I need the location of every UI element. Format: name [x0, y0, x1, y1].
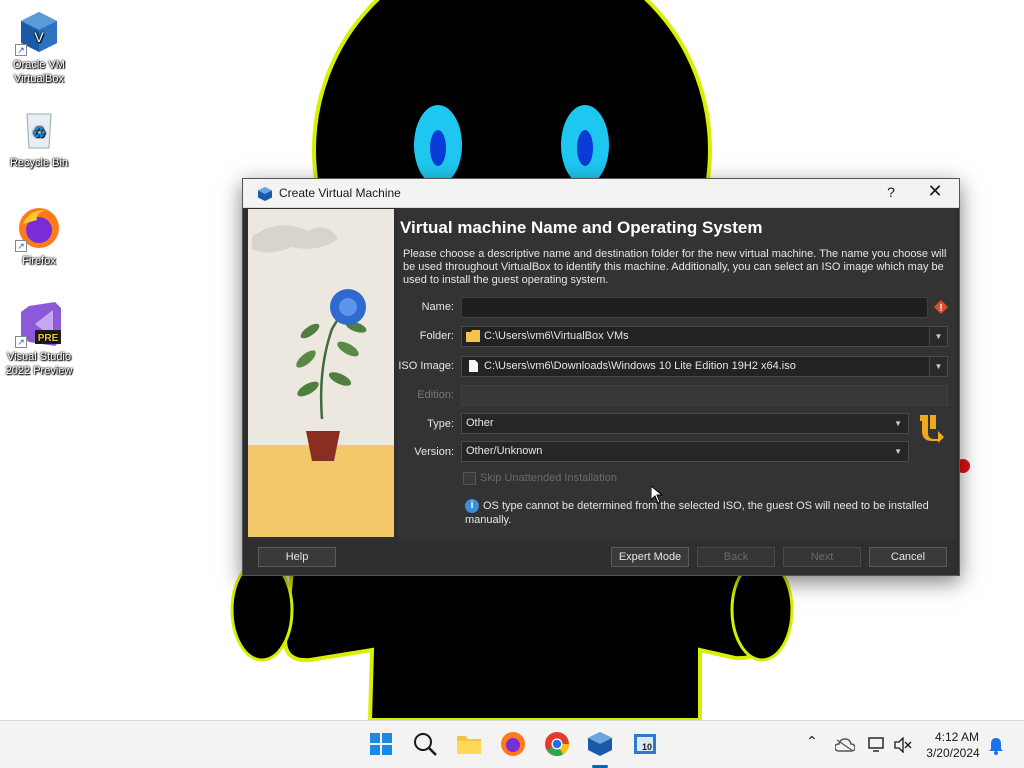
- skip-unattended-label: Skip Unattended Installation: [480, 472, 617, 484]
- folder-label: Folder:: [419, 330, 454, 342]
- virtualbox-icon[interactable]: [585, 729, 615, 759]
- desktop-icon-virtualbox[interactable]: V ↗ Oracle VM VirtualBox: [1, 8, 77, 86]
- shortcut-arrow-icon: ↗: [15, 44, 27, 56]
- folder-combo[interactable]: C:\Users\vm6\VirtualBox VMs ▼: [461, 326, 948, 347]
- next-button[interactable]: Next: [783, 547, 861, 567]
- chevron-down-icon: ▼: [894, 447, 902, 456]
- svg-text:PRE: PRE: [38, 333, 59, 344]
- cancel-button[interactable]: Cancel: [869, 547, 947, 567]
- close-button[interactable]: ✕: [926, 181, 944, 202]
- page-description: Please choose a descriptive name and des…: [403, 248, 947, 286]
- desktop-icon-firefox[interactable]: ↗ Firefox: [1, 204, 77, 268]
- clock-date[interactable]: 3/20/2024: [922, 746, 984, 760]
- type-label: Type:: [427, 418, 454, 430]
- name-input[interactable]: [461, 297, 928, 318]
- svg-text:V: V: [34, 29, 44, 45]
- folder-value: C:\Users\vm6\VirtualBox VMs: [484, 330, 629, 342]
- edition-select: [461, 385, 948, 406]
- desktop-icon-visual-studio[interactable]: PRE ↗ Visual Studio 2022 Preview: [1, 300, 77, 378]
- vm-app-icon[interactable]: 10: [630, 729, 660, 759]
- iso-value: C:\Users\vm6\Downloads\Windows 10 Lite E…: [484, 360, 796, 372]
- taskbar: 10 ⌃ 4:12 AM 3/20/2024: [0, 720, 1024, 768]
- create-vm-dialog: Create Virtual Machine ? ✕ Virtual machi…: [242, 178, 960, 576]
- notification-bell-icon[interactable]: [988, 737, 1004, 755]
- svg-text:!: !: [939, 303, 942, 314]
- type-value: Other: [466, 417, 494, 429]
- desktop-icon-label: Firefox: [22, 255, 56, 267]
- dialog-titlebar[interactable]: Create Virtual Machine ? ✕: [243, 179, 959, 208]
- virtualbox-icon: V ↗: [15, 8, 63, 56]
- shortcut-arrow-icon: ↗: [15, 240, 27, 252]
- search-icon[interactable]: [410, 729, 440, 759]
- help-button[interactable]: ?: [884, 184, 898, 200]
- folder-dropdown-button[interactable]: ▼: [929, 327, 947, 346]
- iso-combo[interactable]: C:\Users\vm6\Downloads\Windows 10 Lite E…: [461, 356, 948, 377]
- back-button[interactable]: Back: [697, 547, 775, 567]
- desktop-icon-recycle-bin[interactable]: ♻ Recycle Bin: [1, 106, 77, 170]
- mouse-cursor-icon: [651, 486, 663, 504]
- recycle-bin-icon: ♻: [15, 106, 63, 154]
- wizard-side-image: [248, 209, 394, 537]
- skip-unattended-checkbox[interactable]: [463, 472, 476, 485]
- file-icon: [469, 360, 478, 372]
- type-select[interactable]: Other ▼: [461, 413, 909, 434]
- dialog-button-bar: Help Expert Mode Back Next Cancel: [243, 541, 959, 575]
- virtualbox-icon: [258, 187, 272, 201]
- svg-text:10: 10: [642, 742, 652, 752]
- onedrive-icon[interactable]: [835, 738, 855, 752]
- chevron-down-icon: ▼: [894, 419, 902, 428]
- desktop-icon-label: Recycle Bin: [9, 157, 69, 169]
- iso-dropdown-button[interactable]: ▼: [929, 357, 947, 376]
- desktop-icon-label: Visual Studio 2022 Preview: [5, 351, 73, 377]
- folder-icon: [466, 330, 480, 342]
- iso-label: ISO Image:: [398, 360, 454, 372]
- version-select[interactable]: Other/Unknown ▼: [461, 441, 909, 462]
- dialog-content: Virtual machine Name and Operating Syste…: [398, 209, 956, 539]
- error-icon: !: [934, 300, 948, 314]
- volume-muted-icon[interactable]: [894, 737, 912, 753]
- visual-studio-icon: PRE ↗: [15, 300, 63, 348]
- info-icon: i: [465, 499, 479, 513]
- shortcut-arrow-icon: ↗: [15, 336, 27, 348]
- firefox-icon: ↗: [15, 204, 63, 252]
- chevron-up-icon[interactable]: ⌃: [806, 733, 818, 750]
- clock-time[interactable]: 4:12 AM: [930, 730, 984, 744]
- file-explorer-icon[interactable]: [454, 729, 484, 759]
- windows-start-icon[interactable]: [366, 729, 396, 759]
- edition-label: Edition:: [417, 389, 454, 401]
- page-title: Virtual machine Name and Operating Syste…: [400, 218, 763, 237]
- dialog-title: Create Virtual Machine: [279, 186, 401, 200]
- version-label: Version:: [414, 446, 454, 458]
- svg-text:♻: ♻: [32, 123, 46, 142]
- firefox-icon[interactable]: [498, 729, 528, 759]
- info-message: OS type cannot be determined from the se…: [465, 500, 929, 526]
- chrome-icon[interactable]: [542, 729, 572, 759]
- os-type-icon: [920, 415, 944, 443]
- version-value: Other/Unknown: [466, 445, 543, 457]
- help-button[interactable]: Help: [258, 547, 336, 567]
- network-icon[interactable]: [868, 737, 886, 753]
- name-label: Name:: [421, 301, 454, 313]
- expert-mode-button[interactable]: Expert Mode: [611, 547, 689, 567]
- desktop-icon-label: Oracle VM VirtualBox: [13, 59, 65, 85]
